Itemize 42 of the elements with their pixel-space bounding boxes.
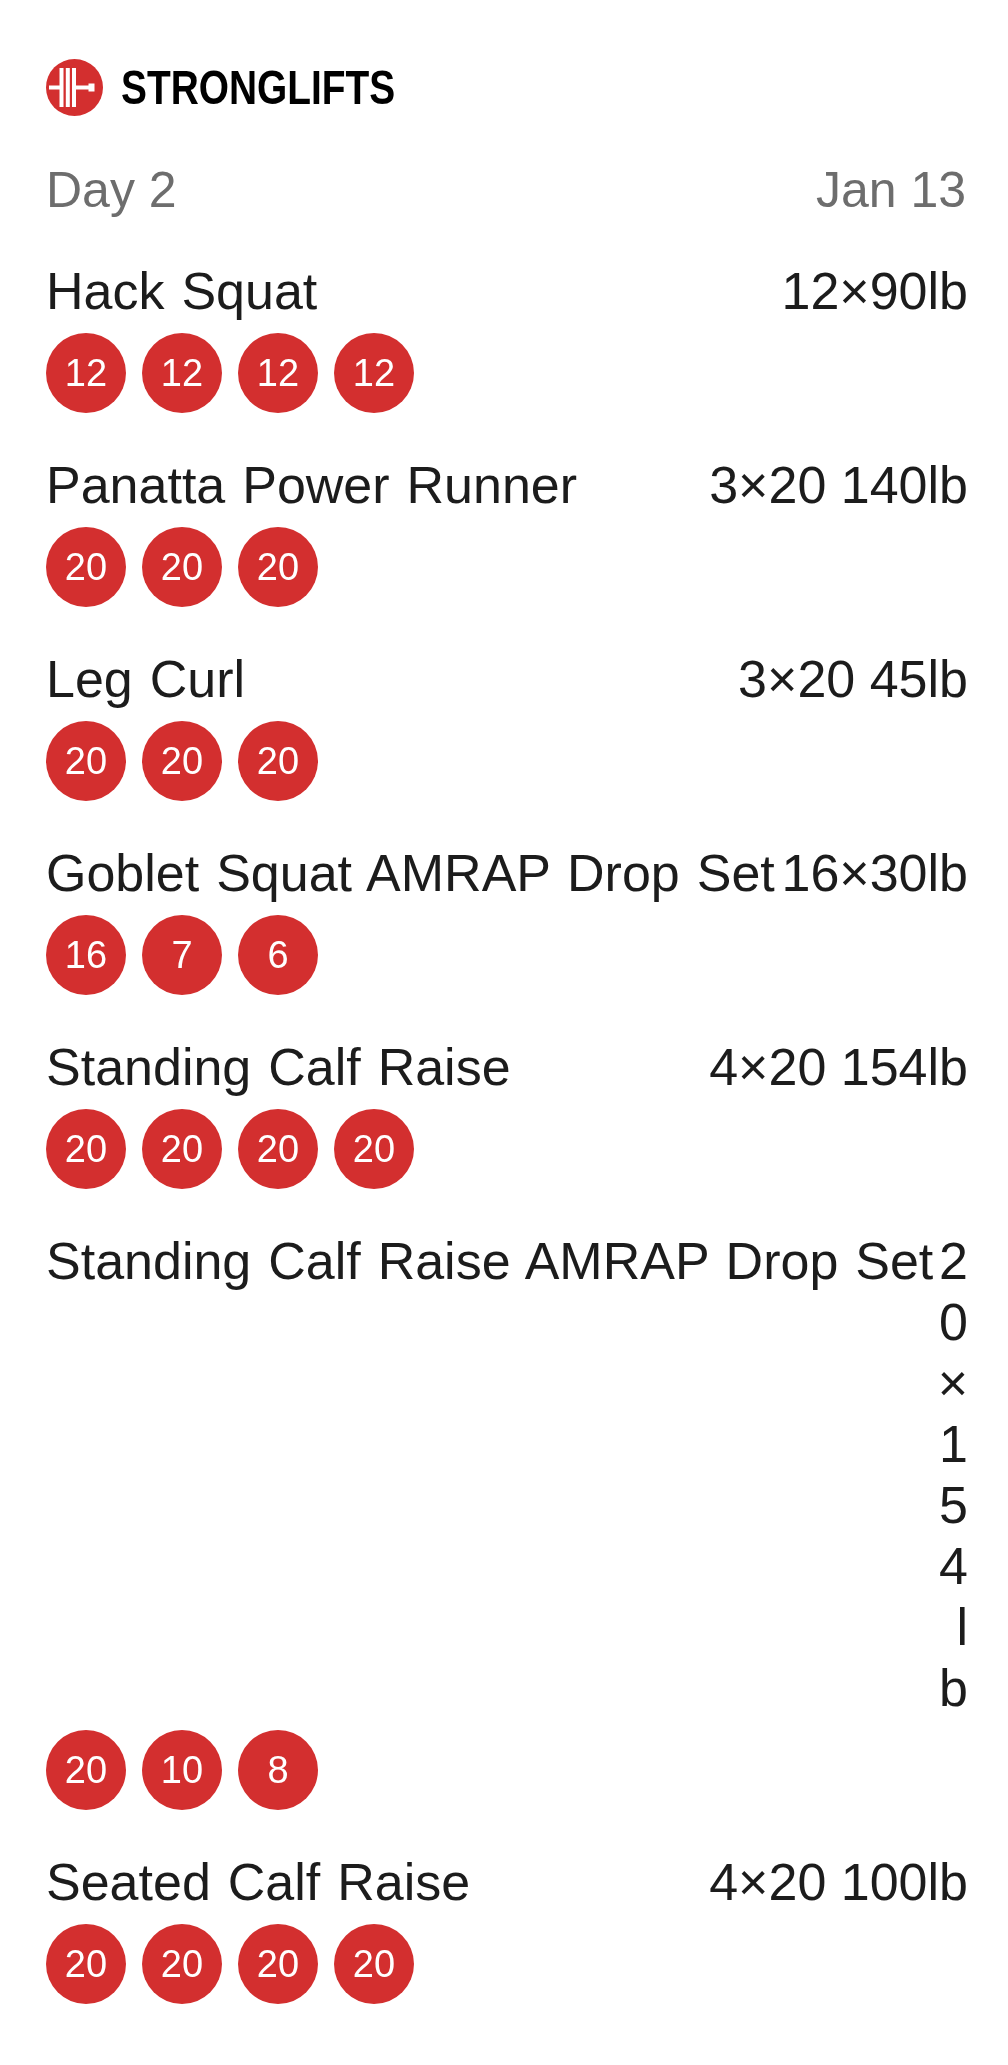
reps-badge: 20 [334, 1924, 414, 2004]
barbell-logo-icon [46, 59, 103, 116]
exercise-name: Standing Calf Raise AMRAP Drop Set [46, 1231, 934, 1292]
reps-badge: 20 [142, 1924, 222, 2004]
exercise-target: 3×20 45lb [738, 649, 968, 710]
workout-day: Day 2 [46, 160, 177, 220]
reps-badge: 12 [334, 333, 414, 413]
reps-badge: 20 [238, 721, 318, 801]
exercise-target: 4×20 154lb [709, 1037, 968, 1098]
reps-badge: 20 [46, 721, 126, 801]
reps-badge: 20 [142, 527, 222, 607]
exercise-name: Goblet Squat AMRAP Drop Set [46, 843, 775, 904]
reps-badge: 20 [142, 721, 222, 801]
exercise-target: 16×30lb [781, 843, 968, 904]
reps-badge: 20 [46, 1730, 126, 1810]
exercise-name: Seated Calf Raise [46, 1852, 471, 1913]
reps-badge: 10 [142, 1730, 222, 1810]
reps-badge: 20 [46, 1109, 126, 1189]
exercise-name: Standing Calf Raise [46, 1037, 511, 1098]
reps-badge: 20 [238, 1109, 318, 1189]
exercise-name: Panatta Power Runner [46, 455, 578, 516]
reps-badge: 12 [46, 333, 126, 413]
exercise-target: 12×90lb [781, 261, 968, 322]
reps-badge: 16 [46, 915, 126, 995]
reps-badge: 20 [238, 527, 318, 607]
exercise-target: 4×20 100lb [709, 1852, 968, 1913]
workout-date: Jan 13 [815, 161, 966, 220]
exercise-target: 3×20 140lb [709, 455, 968, 516]
reps-badge: 20 [334, 1109, 414, 1189]
reps-badge: 8 [238, 1730, 318, 1810]
reps-badge: 20 [142, 1109, 222, 1189]
exercise-name: Hack Squat [46, 261, 318, 322]
brand-name: STRONGLIFTS [121, 60, 396, 116]
exercise-target: 20×154lb [936, 1231, 968, 1719]
reps-badge: 6 [238, 915, 318, 995]
reps-badge: 20 [238, 1924, 318, 2004]
reps-badge: 20 [46, 1924, 126, 2004]
reps-badge: 12 [142, 333, 222, 413]
reps-badge: 20 [46, 527, 126, 607]
reps-badge: 7 [142, 915, 222, 995]
reps-badge: 12 [238, 333, 318, 413]
exercise-name: Leg Curl [46, 649, 246, 710]
